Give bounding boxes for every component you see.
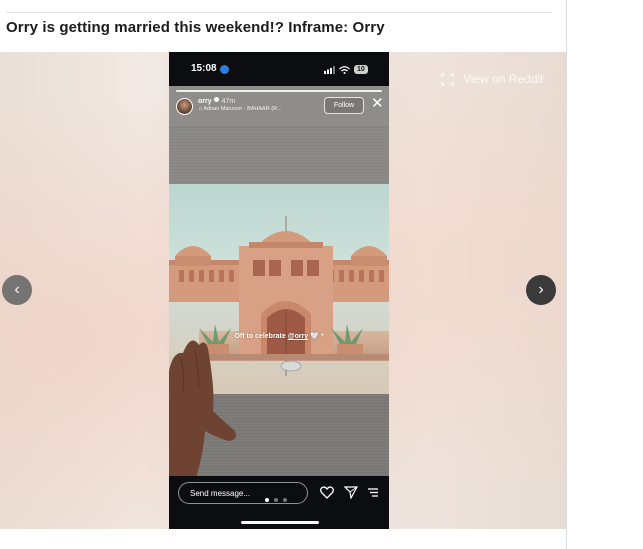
story-caption: Off to celebrate @orry 🤍 * [169, 332, 389, 340]
gallery-next-button[interactable]: › [526, 275, 556, 305]
page-edge [566, 0, 567, 549]
verified-icon [213, 97, 219, 102]
view-on-reddit-label: View on Reddit [463, 72, 544, 86]
story-progress-bar [176, 90, 382, 92]
media-gallery[interactable]: 15:08 10 orry 47m ♫ Adnan Manzoor · BAHA… [0, 52, 566, 529]
send-icon[interactable] [344, 486, 358, 499]
pagination-dot[interactable] [274, 498, 278, 502]
home-indicator [241, 521, 319, 524]
avatar[interactable] [176, 98, 193, 115]
status-icons: 10 [324, 65, 368, 74]
reply-bar: Send message... [169, 482, 389, 508]
location-indicator-icon [220, 65, 229, 74]
story-time: 47m [221, 98, 236, 105]
story-frame: orry 47m ♫ Adnan Manzoor · BAHAAR (R... F… [169, 86, 389, 476]
heart-icon[interactable] [320, 486, 334, 499]
music-label: Adnan Manzoor · BAHAAR (R... [203, 106, 282, 112]
view-on-reddit-link[interactable]: View on Reddit [441, 72, 544, 86]
story-music[interactable]: ♫ Adnan Manzoor · BAHAAR (R... [198, 106, 282, 112]
username-text: orry [198, 98, 212, 105]
story-username[interactable]: orry 47m [198, 97, 235, 105]
post-divider [6, 12, 552, 13]
follow-button[interactable]: Follow [324, 97, 364, 114]
signal-icon [324, 65, 335, 74]
battery-icon: 10 [354, 65, 368, 74]
caption-text: Off to celebrate [234, 333, 286, 340]
post-title[interactable]: Orry is getting married this weekend!? I… [6, 19, 556, 36]
chevron-right-icon: › [538, 281, 544, 298]
gallery-prev-button[interactable]: ‹ [2, 275, 32, 305]
pagination-dot[interactable] [283, 498, 287, 502]
caption-emoji: 🤍 * [310, 333, 324, 340]
close-icon[interactable]: ✕ [371, 96, 384, 111]
wifi-icon [339, 65, 350, 74]
story-screenshot: 15:08 10 orry 47m ♫ Adnan Manzoor · BAHA… [169, 52, 389, 529]
gallery-pagination [265, 498, 287, 502]
hand-illustration [169, 340, 237, 476]
status-time: 15:08 [191, 63, 217, 74]
chevron-left-icon: ‹ [14, 281, 20, 298]
expand-icon [441, 72, 454, 86]
status-bar: 15:08 10 [169, 62, 389, 78]
more-icon[interactable] [367, 486, 379, 498]
send-message-input[interactable]: Send message... [178, 482, 308, 504]
pagination-dot-active[interactable] [265, 498, 269, 502]
caption-mention[interactable]: @orry [288, 333, 308, 340]
